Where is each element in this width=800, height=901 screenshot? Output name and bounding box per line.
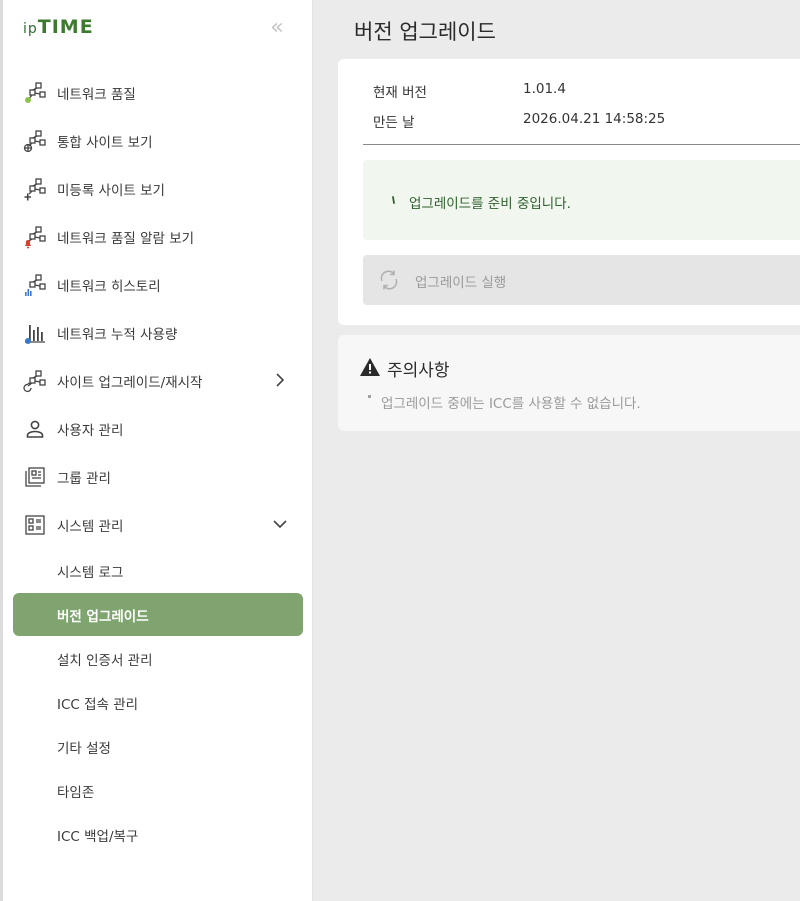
iptime-logo: ipTIME <box>23 16 94 38</box>
integrated-sites-icon <box>23 129 47 153</box>
usage-chart-icon <box>23 321 47 345</box>
version-card: 현재 버전 1.01.4 만든 날 2026.04.21 14:58:25 업그… <box>338 59 800 325</box>
submenu-item-icc-backup[interactable]: ICC 백업/복구 <box>13 815 303 855</box>
caution-text: 업그레이드 중에는 ICC를 사용할 수 없습니다. <box>381 396 641 412</box>
build-date-label: 만든 날 <box>373 115 415 131</box>
upgrade-status-text: 업그레이드를 준비 중입니다. <box>409 196 571 212</box>
submenu-item-icc-access[interactable]: ICC 접속 관리 <box>13 683 303 723</box>
network-alarm-icon <box>23 225 47 249</box>
build-date-value: 2026.04.21 14:58:25 <box>523 111 666 127</box>
network-quality-icon <box>23 81 47 105</box>
collapse-sidebar-button[interactable]: « <box>265 14 289 42</box>
run-upgrade-label: 업그레이드 실행 <box>415 275 507 291</box>
sidebar-item-label: 미등록 사이트 보기 <box>57 183 165 199</box>
submenu-item-other-settings[interactable]: 기타 설정 <box>13 727 303 767</box>
loading-spinner-icon <box>389 193 399 205</box>
caution-card: 주의사항 업그레이드 중에는 ICC를 사용할 수 없습니다. <box>338 335 800 431</box>
sidebar-item-network-history[interactable]: 네트워크 히스토리 <box>13 263 303 307</box>
submenu-item-timezone[interactable]: 타임존 <box>13 771 303 811</box>
sidebar-item-network-quality[interactable]: 네트워크 품질 <box>13 71 303 115</box>
sidebar: ipTIME « 네트워크 품질 통합 사이트 보기 미등록 사이트 보기 네트… <box>3 0 313 901</box>
sidebar-item-system[interactable]: 시스템 관리 <box>13 503 303 547</box>
submenu-item-certificate[interactable]: 설치 인증서 관리 <box>13 639 303 679</box>
divider <box>363 144 800 145</box>
sidebar-item-network-alarm[interactable]: 네트워크 품질 알람 보기 <box>13 215 303 259</box>
sidebar-item-unregistered-sites[interactable]: 미등록 사이트 보기 <box>13 167 303 211</box>
network-history-icon <box>23 273 47 297</box>
sidebar-item-site-upgrade[interactable]: 사이트 업그레이드/재시작 <box>13 359 303 403</box>
user-icon <box>23 417 47 441</box>
sidebar-item-label: 네트워크 히스토리 <box>57 279 161 295</box>
chevron-right-icon <box>271 371 289 389</box>
sidebar-item-groups[interactable]: 그룹 관리 <box>13 455 303 499</box>
refresh-icon <box>377 268 401 292</box>
system-icon <box>23 513 47 537</box>
submenu-item-system-log[interactable]: 시스템 로그 <box>13 551 303 591</box>
sidebar-item-network-usage[interactable]: 네트워크 누적 사용량 <box>13 311 303 355</box>
caution-title: 주의사항 <box>387 361 450 381</box>
current-version-value: 1.01.4 <box>523 81 566 97</box>
bullet <box>368 395 371 398</box>
sidebar-item-label: 사이트 업그레이드/재시작 <box>57 375 203 391</box>
sidebar-item-label: 네트워크 누적 사용량 <box>57 327 178 343</box>
unregistered-sites-icon <box>23 177 47 201</box>
upgrade-status-notice: 업그레이드를 준비 중입니다. <box>363 160 800 240</box>
chevron-down-icon <box>271 515 289 533</box>
warning-icon <box>359 357 381 377</box>
sidebar-item-label: 시스템 관리 <box>57 519 124 535</box>
sidebar-item-label: 사용자 관리 <box>57 423 124 439</box>
sidebar-item-label: 네트워크 품질 <box>57 87 136 103</box>
run-upgrade-button[interactable]: 업그레이드 실행 <box>363 255 800 305</box>
group-icon <box>23 465 47 489</box>
submenu-item-version-upgrade[interactable]: 버전 업그레이드 <box>13 593 303 636</box>
sidebar-item-label: 통합 사이트 보기 <box>57 135 153 151</box>
sidebar-item-users[interactable]: 사용자 관리 <box>13 407 303 451</box>
page-title: 버전 업그레이드 <box>354 20 496 44</box>
sidebar-item-label: 네트워크 품질 알람 보기 <box>57 231 195 247</box>
sidebar-item-integrated-sites[interactable]: 통합 사이트 보기 <box>13 119 303 163</box>
sidebar-item-label: 그룹 관리 <box>57 471 111 487</box>
current-version-label: 현재 버전 <box>373 85 427 101</box>
site-upgrade-icon <box>23 369 47 393</box>
